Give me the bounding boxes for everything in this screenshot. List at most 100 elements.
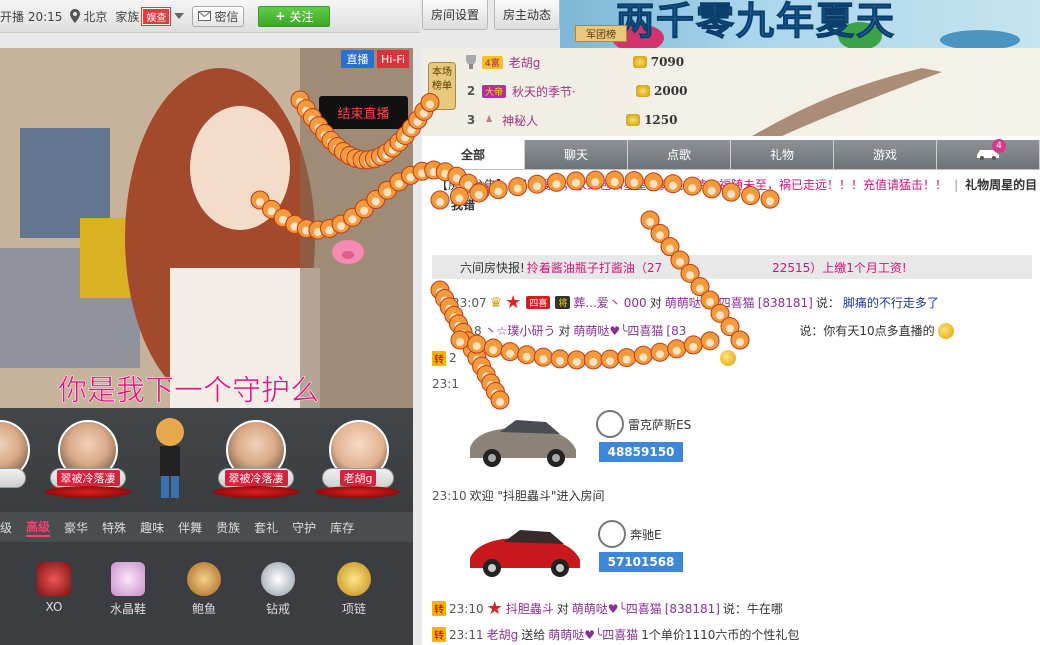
tab-game[interactable]: 游戏 [834,140,937,169]
xo-bottle-icon [37,562,71,596]
coin-icon [626,114,641,126]
gift-tab[interactable]: 特殊 [102,519,126,536]
rank-row[interactable]: 4富 老胡g 7090 [462,50,752,74]
top-bar: 开播 20:15 北京 家族 娱查 密信 + 关注 [0,0,420,33]
express-news: 六间房快报! 拎着酱油瓶子打酱油（27 22515）上缴1个月工资! [432,255,1032,279]
gift-item[interactable]: 鲍鱼 [174,562,234,617]
express-text-2: 22515）上缴1个月工资! [772,260,907,275]
chat-user[interactable]: 老胡g [487,626,519,643]
chat-line: 23:07 ♛ ★ 四喜 将 葬...爱丶 000 对 萌萌哒♥╰四喜猫 [83… [452,292,939,313]
crown-icon: ♛ [489,294,503,311]
pig-sticker-icon [332,240,364,264]
chat-target[interactable]: 萌萌哒♥╰四喜猫 [548,626,638,643]
location-pin-icon [70,9,81,23]
chat-to: 对 [556,602,569,616]
gift-name: 钻戒 [265,602,290,616]
gift-item[interactable]: XO [24,562,84,614]
location: 北京 [70,8,107,25]
banner-title: 两千零九年夏天 [615,0,897,44]
trophy-icon [466,55,476,69]
diamond-ring-icon [261,562,295,596]
envelope-icon [198,11,212,21]
room-banner: 两千零九年夏天 [560,0,1040,48]
tab-song[interactable]: 点歌 [628,140,731,169]
gift-tab[interactable]: 贵族 [216,519,240,536]
necklace-icon [337,562,371,596]
rank-row[interactable]: 2 大帝 秋天的季节· 2000 [462,79,752,103]
follow-label: 关注 [289,9,314,24]
star-icon: ★ [486,598,503,619]
chat-text: 脚痛的不行走多了 [842,296,939,310]
gift-item[interactable]: 水晶鞋 [98,562,158,617]
follow-button[interactable]: + 关注 [258,5,331,27]
army-rank-button[interactable]: 军团榜 [575,25,627,42]
chat-action: 送给 [521,628,546,642]
family-dropdown[interactable]: 家族 娱查 [115,6,185,26]
gift-tab[interactable]: 库存 [330,519,354,536]
gift-tab[interactable]: 趣味 [140,519,164,536]
express-text[interactable]: 拎着酱油瓶子打酱油（27 [527,259,662,276]
rank-row[interactable]: 3 ♟ 神秘人 1250 [462,108,752,132]
rank-level-badge: 大帝 [482,84,507,98]
gift-name: 项链 [341,602,366,616]
rank-number: 3 [466,113,476,127]
rank-score: 2000 [636,84,687,98]
gift-tab[interactable]: 级 [0,519,12,536]
chat-line: 转 23:11 老胡g 送给 萌萌哒♥╰四喜猫 1个单价1110六币的个性礼包 [432,626,799,643]
star-icon: ★ [505,292,522,313]
host-news-button[interactable]: 房主动态 [494,0,560,30]
chat-target[interactable]: 萌萌哒♥╰四喜猫 [665,294,755,311]
gift-name: 水晶鞋 [109,602,146,616]
gift-item[interactable]: 项链 [324,562,384,617]
rank-username: 老胡g [508,55,541,70]
tab-chat[interactable]: 聊天 [525,140,628,169]
rank-score: 7090 [632,55,684,69]
chat-user[interactable]: 抖胆蟲斗 [506,600,554,617]
message-button[interactable]: 密信 [192,5,245,27]
chat-text: 说：牛在哪 [722,602,783,616]
weekly-star-link[interactable]: 礼物周星的目 [965,176,1037,193]
gift-tab-active[interactable]: 高级 [26,518,51,537]
chat-target[interactable]: 萌萌哒♥╰四喜猫 [573,322,663,339]
car-count-badge: 4 [992,139,1006,153]
lexus-logo-icon [596,410,624,438]
guardian-avatar-row: 翠被冷落凄 翠被冷落凄 老胡g [0,408,413,512]
cartoon-figure-icon [156,418,184,498]
gift-tab[interactable]: 伴舞 [178,519,202,536]
car-brand-name: 雷克萨斯ES [628,417,692,432]
chat-user[interactable]: 我错 [451,196,475,213]
gift-tab[interactable]: 套礼 [254,519,278,536]
avatar-name: 翠被冷落凄 [50,468,126,488]
chat-tabs: 全部 聊天 点歌 礼物 游戏 4 [422,139,1040,170]
chat-time: 23:1 [432,377,459,391]
gift-tab[interactable]: 守护 [292,519,316,536]
room-settings-button[interactable]: 房间设置 [422,0,488,30]
crystal-shoe-icon [111,562,145,596]
rank-score: 1250 [626,113,677,127]
announcement-text: 招收爱管，求红包和星星！真诚相待，福随未至，祸已走远！！！充值请猛击！！ [515,178,948,192]
chat-user[interactable]: 丶☆璞小研う [485,322,556,339]
chat-line: 8 丶☆璞小研う 对 萌萌哒♥╰四喜猫 [83 说：你有天10点多直播的 [474,322,954,339]
chat-target[interactable]: 萌萌哒♥╰四喜猫 [572,600,662,617]
live-video[interactable]: 直播 Hi-Fi 结束直播 你是我下一个守护么 [0,48,413,408]
car-brand: 雷克萨斯ES [596,410,691,438]
chat-line: 23:1 [432,377,459,391]
tab-car[interactable]: 4 [937,139,1040,169]
car-brand-name: 奔驰E [630,527,662,542]
location-label: 北京 [83,9,108,24]
car-lexus-icon [470,420,576,467]
level-badge: 四喜 [526,296,551,309]
gift-tab[interactable]: 豪华 [64,519,88,536]
chat-to: 对 [649,296,662,310]
rank-username: 神秘人 [502,113,539,128]
message-label: 密信 [214,9,239,24]
tab-gift[interactable]: 礼物 [731,140,834,169]
tab-all[interactable]: 全部 [422,140,525,169]
end-live-button[interactable]: 结束直播 [319,96,408,129]
transfer-badge: 转 [432,601,446,616]
rank-username: 秋天的季节· [512,84,576,99]
rank-label: 本场榜单 [428,62,456,110]
chat-line: 23:10 欢迎 "抖胆蟲斗"进入房间 [432,487,604,504]
gift-item[interactable]: 钻戒 [248,562,308,617]
chat-user[interactable]: 葬...爱丶 [573,294,620,311]
